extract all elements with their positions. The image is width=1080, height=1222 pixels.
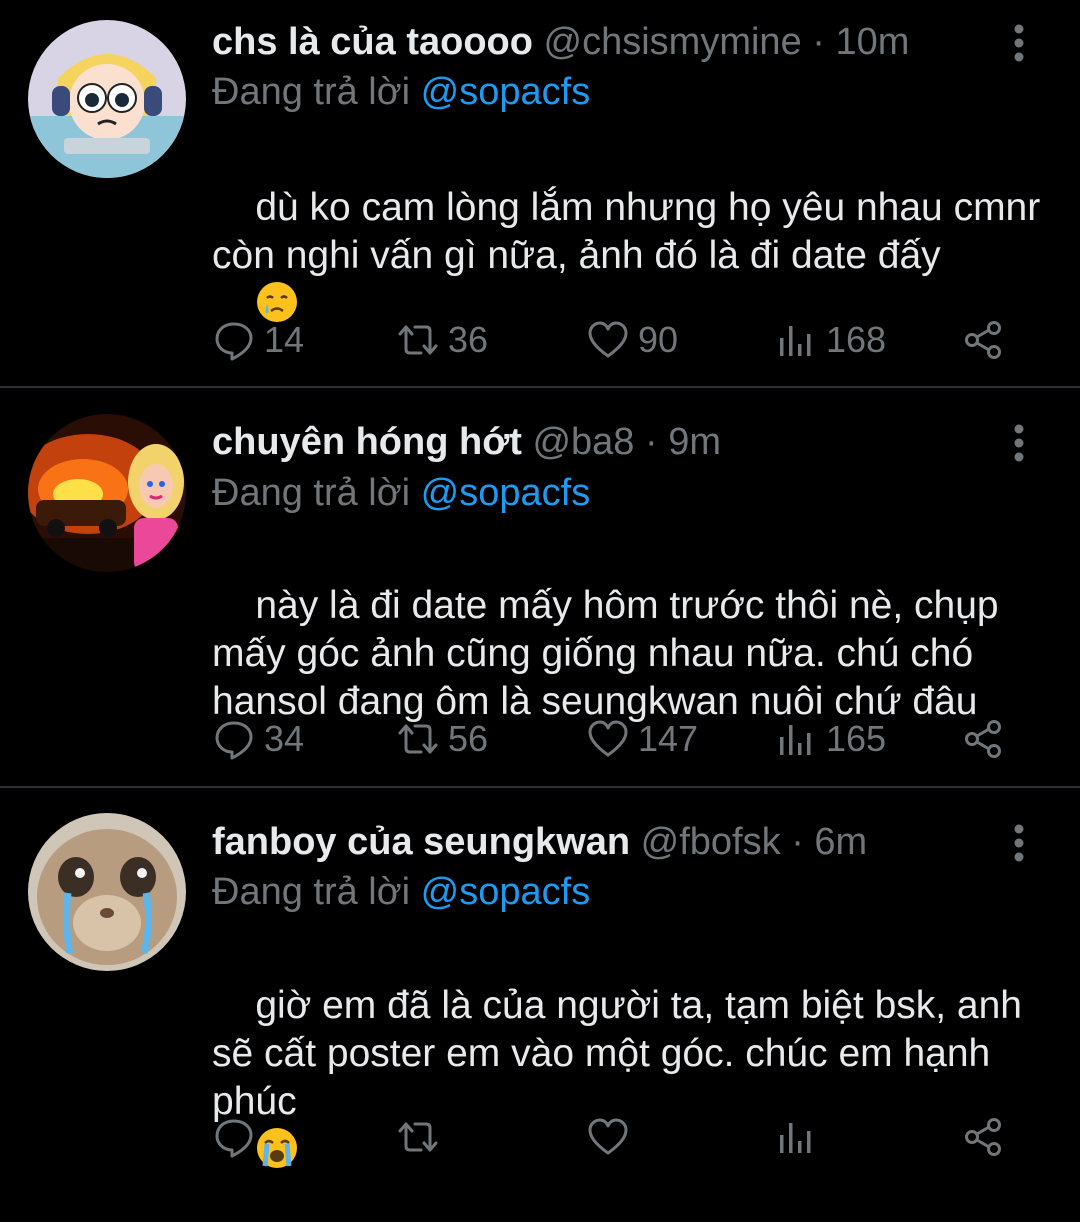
- replying-to-label: Đang trả lời: [212, 71, 411, 113]
- retweet-button[interactable]: 36: [396, 315, 488, 365]
- tweet-actions: 14 36 90 168: [212, 315, 1022, 365]
- tweet-header: fanboy của seungkwan @fbofsk · 6m: [212, 820, 867, 864]
- more-options-button[interactable]: [1004, 818, 1034, 868]
- replying-to: Đang trả lời @sopacfs: [212, 471, 590, 515]
- reply-icon: [215, 1119, 253, 1158]
- reply-button[interactable]: 14: [212, 315, 304, 365]
- retweet-icon: [398, 724, 438, 754]
- timestamp[interactable]: 6m: [814, 821, 867, 863]
- mention-link[interactable]: @sopacfs: [421, 71, 591, 113]
- retweet-button[interactable]: 56: [396, 714, 488, 764]
- tweet-text-content: dù ko cam lòng lắm nhưng họ yêu nhau cmn…: [212, 186, 1052, 277]
- replying-to: Đang trả lời @sopacfs: [212, 870, 590, 914]
- tweet-actions: [212, 1112, 1022, 1162]
- more-icon: [1014, 824, 1024, 862]
- like-icon: [588, 321, 628, 358]
- like-button[interactable]: [586, 1112, 638, 1162]
- more-options-button[interactable]: [1004, 418, 1034, 468]
- like-count: 90: [638, 319, 679, 360]
- retweet-icon: [398, 325, 438, 355]
- tweet[interactable]: fanboy của seungkwan @fbofsk · 6m Đang t…: [0, 788, 1080, 1182]
- views-button[interactable]: 165: [774, 714, 886, 764]
- tweet-text: giờ em đã là của người ta, tạm biệt bsk,…: [212, 934, 1052, 1222]
- views-button[interactable]: [774, 1112, 826, 1162]
- separator-dot: ·: [645, 421, 658, 463]
- retweet-icon: [398, 1122, 438, 1152]
- retweet-button[interactable]: [396, 1112, 448, 1162]
- retweet-count: 56: [448, 718, 489, 759]
- user-handle[interactable]: @ba8: [532, 421, 634, 463]
- more-icon: [1014, 24, 1024, 62]
- timestamp[interactable]: 9m: [668, 421, 721, 463]
- reply-count: 14: [264, 319, 305, 360]
- display-name[interactable]: chuyên hóng hớt: [212, 421, 522, 463]
- replying-to-label: Đang trả lời: [212, 871, 411, 913]
- tweet[interactable]: chs là của taoooo @chsismymine · 10m Đan…: [0, 0, 1080, 388]
- separator-dot: ·: [791, 821, 804, 863]
- avatar[interactable]: [28, 813, 186, 971]
- avatar-burning-car-image: [28, 414, 186, 572]
- share-button[interactable]: [962, 1112, 1014, 1162]
- views-button[interactable]: 168: [774, 315, 886, 365]
- avatar-crying-cat-image: [28, 813, 186, 971]
- view-count: 165: [826, 718, 887, 759]
- user-handle[interactable]: @chsismymine: [544, 21, 802, 63]
- like-button[interactable]: 147: [586, 714, 698, 764]
- user-handle[interactable]: @fbofsk: [641, 821, 781, 863]
- tweet-text-content: này là đi date mấy hôm trước thôi nè, ch…: [212, 584, 1010, 723]
- display-name[interactable]: fanboy của seungkwan: [212, 821, 630, 863]
- separator-dot: ·: [812, 21, 825, 63]
- more-icon: [1014, 424, 1024, 462]
- share-icon: [965, 720, 1001, 758]
- more-options-button[interactable]: [1004, 18, 1034, 68]
- avatar[interactable]: [28, 414, 186, 572]
- tweet-actions: 34 56 147 165: [212, 714, 1022, 764]
- views-icon: [780, 725, 811, 755]
- replying-to: Đang trả lời @sopacfs: [212, 70, 590, 114]
- reply-button[interactable]: 34: [212, 714, 304, 764]
- share-icon: [965, 1118, 1001, 1156]
- share-icon: [965, 321, 1001, 359]
- replying-to-label: Đang trả lời: [212, 472, 411, 514]
- mention-link[interactable]: @sopacfs: [421, 871, 591, 913]
- tweet-header: chs là của taoooo @chsismymine · 10m: [212, 20, 909, 64]
- views-icon: [780, 326, 811, 356]
- avatar[interactable]: [28, 20, 186, 178]
- reply-button[interactable]: [212, 1112, 264, 1162]
- share-button[interactable]: [962, 315, 1014, 365]
- like-button[interactable]: 90: [586, 315, 678, 365]
- tweet[interactable]: chuyên hóng hớt @ba8 · 9m Đang trả lời @…: [0, 388, 1080, 786]
- reply-icon: [215, 721, 253, 760]
- tweet-text-content: giờ em đã là của người ta, tạm biệt bsk,…: [212, 984, 1033, 1123]
- timestamp[interactable]: 10m: [835, 21, 909, 63]
- reply-icon: [215, 322, 253, 361]
- display-name[interactable]: chs là của taoooo: [212, 21, 533, 63]
- retweet-count: 36: [448, 319, 489, 360]
- view-count: 168: [826, 319, 887, 360]
- reply-count: 34: [264, 718, 305, 759]
- like-count: 147: [638, 718, 699, 759]
- mention-link[interactable]: @sopacfs: [421, 472, 591, 514]
- tweet-header: chuyên hóng hớt @ba8 · 9m: [212, 420, 721, 464]
- views-icon: [780, 1123, 811, 1153]
- avatar-cartoon-girl-image: [28, 20, 186, 178]
- like-icon: [588, 1118, 628, 1155]
- share-button[interactable]: [962, 714, 1014, 764]
- like-icon: [588, 720, 628, 757]
